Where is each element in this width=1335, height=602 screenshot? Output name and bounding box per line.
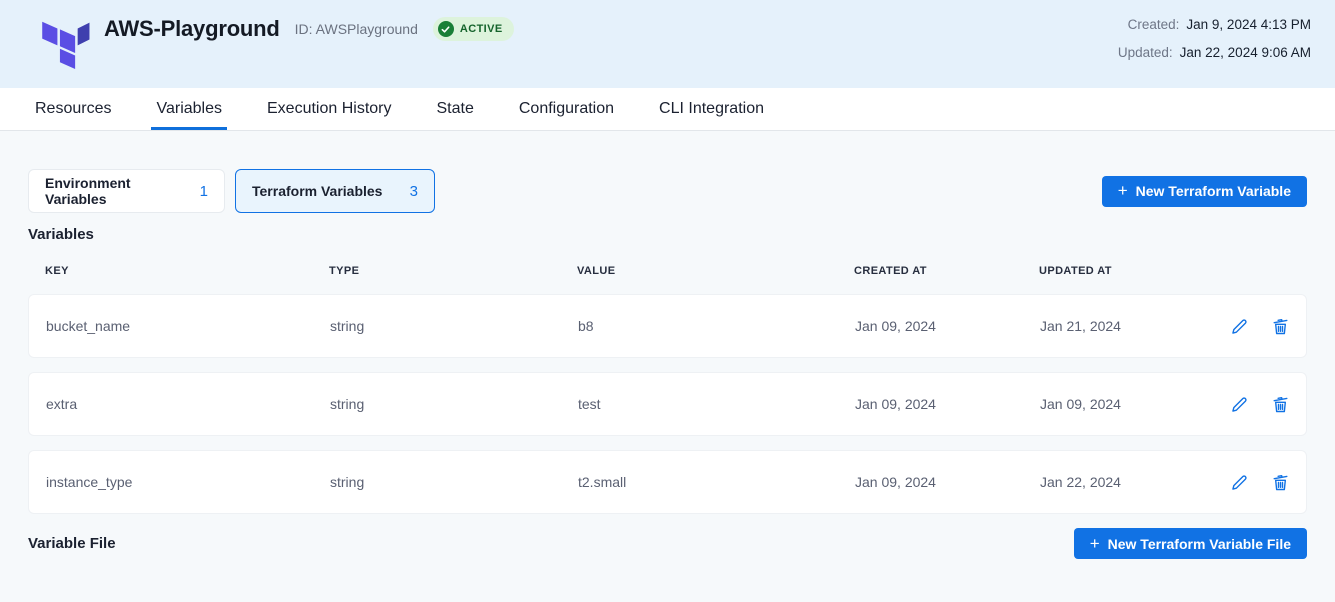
variable-created-at: Jan 09, 2024 xyxy=(855,318,1040,334)
environment-header: AWS-Playground ID: AWSPlayground ACTIVE … xyxy=(0,0,1335,88)
new-terraform-variable-button[interactable]: + New Terraform Variable xyxy=(1102,176,1307,207)
edit-variable-button[interactable] xyxy=(1228,393,1250,415)
created-value: Jan 9, 2024 4:13 PM xyxy=(1186,17,1311,32)
variable-created-at: Jan 09, 2024 xyxy=(855,474,1040,490)
new-terraform-variable-button-label: New Terraform Variable xyxy=(1136,183,1291,199)
tab-variables[interactable]: Variables xyxy=(156,88,222,130)
delete-variable-button[interactable] xyxy=(1269,393,1291,415)
edit-variable-button[interactable] xyxy=(1228,471,1250,493)
column-header-created-at: CREATED AT xyxy=(854,265,1039,277)
variable-value: t2.small xyxy=(578,474,855,490)
trash-icon xyxy=(1270,472,1291,493)
tab-resources[interactable]: Resources xyxy=(35,88,111,130)
pencil-icon xyxy=(1229,472,1250,493)
trash-icon xyxy=(1270,316,1291,337)
variable-type-toggle-group: Environment Variables 1 Terraform Variab… xyxy=(28,169,435,213)
variable-type: string xyxy=(330,318,578,334)
variable-key: bucket_name xyxy=(46,318,330,334)
variable-type: string xyxy=(330,396,578,412)
column-header-key: KEY xyxy=(45,265,329,277)
variable-value: b8 xyxy=(578,318,855,334)
variable-file-section-label: Variable File xyxy=(28,535,116,552)
variables-table-header: KEY TYPE VALUE CREATED AT UPDATED AT xyxy=(28,265,1307,277)
variable-key: instance_type xyxy=(46,474,330,490)
header-timestamps: Created: Jan 9, 2024 4:13 PM Updated: Ja… xyxy=(1118,10,1311,66)
variables-panel: Environment Variables 1 Terraform Variab… xyxy=(0,131,1335,559)
check-circle-icon xyxy=(438,21,454,37)
variable-type: string xyxy=(330,474,578,490)
updated-value: Jan 22, 2024 9:06 AM xyxy=(1180,45,1311,60)
new-terraform-variable-file-button-label: New Terraform Variable File xyxy=(1108,536,1291,552)
table-row: instance_type string t2.small Jan 09, 20… xyxy=(28,450,1307,514)
toggle-terraform-variables[interactable]: Terraform Variables 3 xyxy=(235,169,435,213)
toggle-environment-variables[interactable]: Environment Variables 1 xyxy=(28,169,225,213)
new-terraform-variable-file-button[interactable]: + New Terraform Variable File xyxy=(1074,528,1307,559)
tab-cli-integration[interactable]: CLI Integration xyxy=(659,88,764,130)
tab-state[interactable]: State xyxy=(437,88,474,130)
status-badge: ACTIVE xyxy=(433,17,514,41)
column-header-updated-at: UPDATED AT xyxy=(1039,265,1224,277)
updated-label: Updated: xyxy=(1118,45,1173,60)
toggle-environment-variables-label: Environment Variables xyxy=(45,175,174,207)
table-row: bucket_name string b8 Jan 09, 2024 Jan 2… xyxy=(28,294,1307,358)
variable-key: extra xyxy=(46,396,330,412)
variable-updated-at: Jan 21, 2024 xyxy=(1040,318,1225,334)
trash-icon xyxy=(1270,394,1291,415)
variable-value: test xyxy=(578,396,855,412)
delete-variable-button[interactable] xyxy=(1269,471,1291,493)
column-header-type: TYPE xyxy=(329,265,577,277)
column-header-value: VALUE xyxy=(577,265,854,277)
main-tab-bar: Resources Variables Execution History St… xyxy=(0,88,1335,131)
plus-icon: + xyxy=(1090,535,1100,552)
created-label: Created: xyxy=(1128,17,1180,32)
variables-section-label: Variables xyxy=(28,226,1307,243)
environment-variables-count: 1 xyxy=(200,183,208,200)
toggle-terraform-variables-label: Terraform Variables xyxy=(252,183,382,199)
variable-updated-at: Jan 22, 2024 xyxy=(1040,474,1225,490)
tab-execution-history[interactable]: Execution History xyxy=(267,88,392,130)
delete-variable-button[interactable] xyxy=(1269,315,1291,337)
table-row: extra string test Jan 09, 2024 Jan 09, 2… xyxy=(28,372,1307,436)
tab-configuration[interactable]: Configuration xyxy=(519,88,614,130)
pencil-icon xyxy=(1229,394,1250,415)
edit-variable-button[interactable] xyxy=(1228,315,1250,337)
variable-updated-at: Jan 09, 2024 xyxy=(1040,396,1225,412)
terraform-variables-count: 3 xyxy=(410,183,418,200)
variable-created-at: Jan 09, 2024 xyxy=(855,396,1040,412)
environment-id: ID: AWSPlayground xyxy=(295,21,418,37)
status-badge-label: ACTIVE xyxy=(460,23,503,35)
page-title: AWS-Playground xyxy=(104,16,280,42)
plus-icon: + xyxy=(1118,182,1128,199)
pencil-icon xyxy=(1229,316,1250,337)
terraform-logo-icon xyxy=(38,14,92,70)
variables-table-body: bucket_name string b8 Jan 09, 2024 Jan 2… xyxy=(28,294,1307,514)
